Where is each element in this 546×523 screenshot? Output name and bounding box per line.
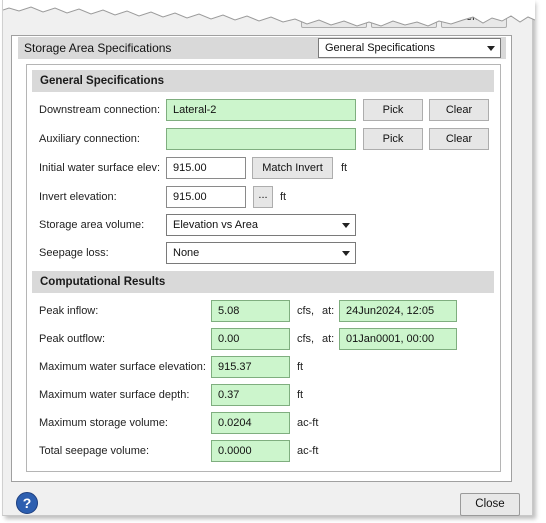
max-water-surface-elevation-value: 915.37: [211, 356, 290, 378]
initial-water-surface-input[interactable]: 915.00: [166, 157, 246, 179]
view-dropdown[interactable]: General Specifications: [318, 38, 501, 58]
seepage-loss-value: None: [173, 247, 200, 259]
downstream-clear-button[interactable]: Clear: [429, 99, 489, 121]
invert-elevation-unit: ft: [280, 191, 287, 203]
peak-inflow-value: 5.08: [211, 300, 290, 322]
torn-edge-decoration: [3, 0, 535, 27]
peak-outflow-value: 0.00: [211, 328, 290, 350]
max-water-surface-depth-unit: ft: [297, 389, 304, 401]
computational-results-header: Computational Results: [32, 271, 494, 293]
downstream-connection-label: Downstream connection:: [39, 104, 161, 116]
max-water-surface-elevation-unit: ft: [297, 361, 304, 373]
storage-area-volume-value: Elevation vs Area: [173, 219, 258, 231]
max-storage-volume-label: Maximum storage volume:: [39, 417, 168, 429]
peak-outflow-label: Peak outflow:: [39, 333, 106, 345]
peak-inflow-unit: cfs,: [297, 305, 315, 317]
storage-area-volume-dropdown[interactable]: Elevation vs Area: [166, 214, 356, 236]
specifications-frame: [26, 64, 501, 472]
auxiliary-connection-label: Auxiliary connection:: [39, 133, 140, 145]
general-specifications-header: General Specifications: [32, 70, 494, 92]
seepage-loss-dropdown[interactable]: None: [166, 242, 356, 264]
invert-elevation-label: Invert elevation:: [39, 191, 117, 203]
peak-inflow-at-label: at:: [322, 305, 335, 317]
auxiliary-connection-field[interactable]: [166, 128, 356, 150]
max-water-surface-depth-label: Maximum water surface depth:: [39, 389, 190, 401]
total-seepage-volume-unit: ac-ft: [297, 445, 319, 457]
chevron-down-icon: [342, 251, 350, 256]
peak-outflow-unit: cfs,: [297, 333, 315, 345]
peak-inflow-label: Peak inflow:: [39, 305, 99, 317]
auxiliary-clear-button[interactable]: Clear: [429, 128, 489, 150]
chevron-down-icon: [487, 46, 495, 51]
max-water-surface-depth-value: 0.37: [211, 384, 290, 406]
peak-inflow-time: 24Jun2024, 12:05: [339, 300, 457, 322]
help-icon[interactable]: ?: [16, 492, 38, 514]
total-seepage-volume-label: Total seepage volume:: [39, 445, 150, 457]
total-seepage-volume-value: 0.0000: [211, 440, 290, 462]
auxiliary-pick-button[interactable]: Pick: [363, 128, 423, 150]
panel-title: Storage Area Specifications: [24, 41, 172, 55]
invert-ellipsis-button[interactable]: ...: [253, 186, 273, 208]
invert-elevation-input[interactable]: 915.00: [166, 186, 246, 208]
downstream-connection-field[interactable]: Lateral-2: [166, 99, 356, 121]
max-water-surface-elevation-label: Maximum water surface elevation:: [39, 361, 206, 373]
downstream-pick-button[interactable]: Pick: [363, 99, 423, 121]
initial-water-surface-unit: ft: [341, 162, 348, 174]
initial-water-surface-label: Initial water surface elev:: [39, 162, 161, 174]
max-storage-volume-value: 0.0204: [211, 412, 290, 434]
seepage-loss-label: Seepage loss:: [39, 247, 109, 259]
storage-area-volume-label: Storage area volume:: [39, 219, 145, 231]
view-dropdown-value: General Specifications: [325, 42, 436, 54]
match-invert-button[interactable]: Match Invert: [252, 157, 333, 179]
chevron-down-icon: [342, 223, 350, 228]
max-storage-volume-unit: ac-ft: [297, 417, 319, 429]
close-button[interactable]: Close: [460, 493, 520, 516]
peak-outflow-at-label: at:: [322, 333, 335, 345]
peak-outflow-time: 01Jan0001, 00:00: [339, 328, 457, 350]
